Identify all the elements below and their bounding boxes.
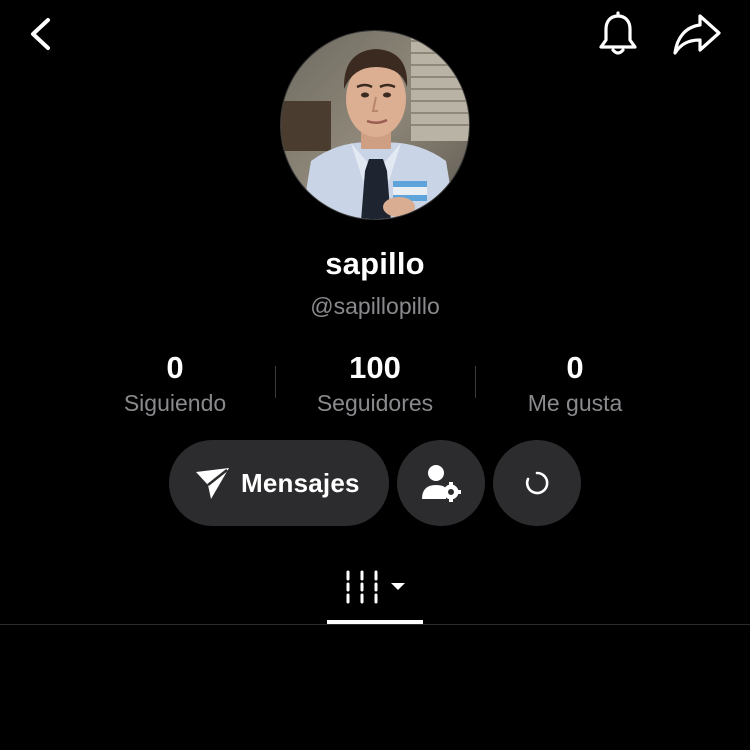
loading-button[interactable]	[493, 440, 581, 526]
messages-button-label: Mensajes	[241, 467, 360, 498]
tab-videos-grid[interactable]	[327, 562, 423, 610]
stat-followers-value: 100	[349, 350, 401, 385]
notifications-button[interactable]	[594, 10, 642, 58]
share-button[interactable]	[670, 10, 724, 58]
send-icon	[196, 468, 229, 499]
stat-following[interactable]: 0 Siguiendo	[75, 348, 275, 418]
stat-followers[interactable]: 100 Seguidores	[275, 348, 475, 418]
username: @sapillopillo	[310, 293, 440, 319]
bell-icon	[599, 11, 637, 55]
share-arrow-icon	[673, 14, 721, 55]
loading-icon	[525, 471, 549, 495]
messages-button[interactable]: Mensajes	[169, 440, 389, 526]
stat-likes[interactable]: 0 Me gusta	[475, 348, 675, 418]
back-button[interactable]	[22, 12, 62, 56]
profile-photo	[281, 31, 469, 219]
chevron-left-icon	[31, 18, 50, 50]
stat-following-value: 0	[166, 350, 184, 385]
stat-following-label: Siguiendo	[123, 390, 227, 416]
stat-likes-label: Me gusta	[527, 390, 623, 416]
tab-bar-divider	[0, 624, 750, 625]
user-settings-icon	[422, 465, 461, 502]
stat-likes-value: 0	[566, 350, 584, 385]
stat-followers-label: Seguidores	[316, 390, 434, 416]
avatar[interactable]	[280, 30, 470, 220]
caret-down-icon	[391, 583, 405, 590]
grid-icon	[346, 570, 378, 604]
display-name: sapillo	[325, 246, 425, 281]
profile-settings-button[interactable]	[397, 440, 485, 526]
